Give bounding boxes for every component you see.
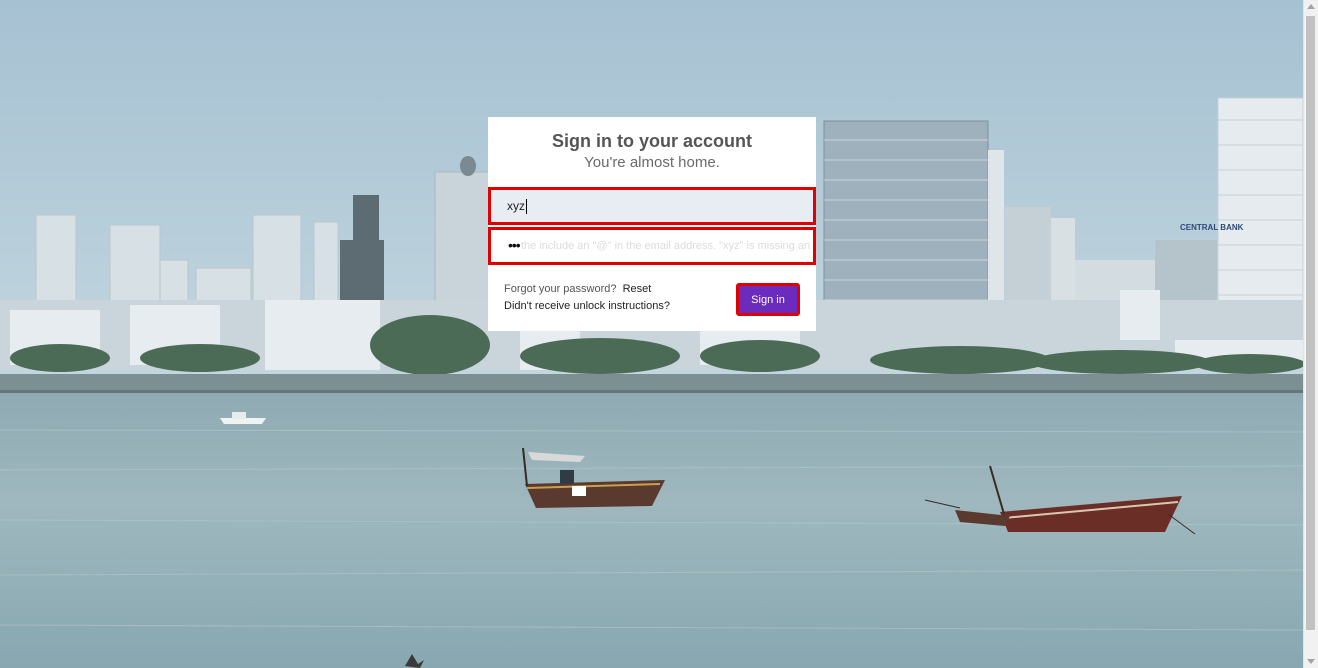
scrollbar-thumb[interactable] bbox=[1306, 16, 1315, 630]
text-caret bbox=[526, 199, 527, 214]
scroll-down-arrow-icon[interactable] bbox=[1307, 659, 1315, 664]
login-card: Sign in to your account You're almost ho… bbox=[488, 117, 816, 331]
email-field-wrapper bbox=[488, 187, 816, 225]
password-field-wrapper: the include an "@" in the email address.… bbox=[488, 227, 816, 265]
bank-sign-text: CENTRAL BANK bbox=[1180, 223, 1244, 232]
cityscape-illustration: CENTRAL BANK bbox=[0, 0, 1303, 668]
forgot-password-line: Forgot your password? Reset bbox=[504, 283, 651, 295]
sign-in-button[interactable]: Sign in bbox=[736, 283, 800, 316]
login-title: Sign in to your account bbox=[551, 131, 752, 151]
validation-hint-text: the include an "@" in the email address.… bbox=[521, 240, 816, 252]
page-viewport: CENTRAL BANK Sign in to your account You… bbox=[0, 0, 1318, 668]
forgot-password-text: Forgot your password? bbox=[504, 283, 617, 295]
password-input[interactable]: ••• bbox=[508, 237, 521, 253]
scroll-up-arrow-icon[interactable] bbox=[1307, 4, 1315, 9]
vertical-scrollbar[interactable] bbox=[1303, 0, 1318, 668]
reset-password-link[interactable]: Reset bbox=[623, 283, 652, 295]
background-cityscape-image: CENTRAL BANK bbox=[0, 0, 1303, 668]
unlock-instructions-link[interactable]: Didn't receive unlock instructions? bbox=[504, 300, 670, 312]
login-subtitle: You're almost home. bbox=[584, 154, 720, 171]
email-input[interactable] bbox=[491, 190, 813, 222]
